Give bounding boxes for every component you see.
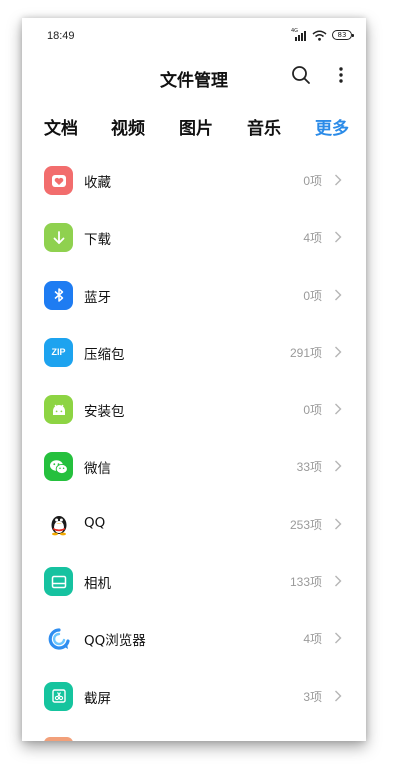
list-item-apks[interactable]: 安装包 0项 [22,381,366,438]
tab-documents[interactable]: 文档 [44,114,78,139]
list-item-screenshots[interactable]: 截屏 3项 [22,668,366,725]
list-item-count: 0项 [303,403,322,418]
battery-icon: 83 [332,30,354,40]
search-icon[interactable] [290,64,312,86]
tab-videos[interactable]: 视频 [111,114,145,139]
screenshot-icon [44,681,73,711]
list-item-label: QQ浏览器 [84,633,146,650]
bluetooth-icon [44,280,73,310]
list-item-qq[interactable]: QQ 253项 [22,496,366,553]
list-item-bluetooth[interactable]: 蓝牙 0项 [22,267,366,324]
wechat-icon [44,452,73,482]
list-item-count: 133项 [289,575,322,590]
network-type-label: 4G [291,28,299,34]
category-list: 收藏 0项 下载 4项 蓝牙 0项 ZIP 压缩包 291项 安装包 0项 微信… [22,152,366,725]
chevron-right-icon [335,174,342,186]
android-icon [44,395,73,425]
chevron-right-icon [335,403,342,415]
list-item-label: 截屏 [84,690,111,707]
list-item-label: 下载 [84,232,111,249]
list-item-qq-browser[interactable]: QQ浏览器 4项 [22,610,366,667]
list-item-label: QQ [84,514,106,531]
status-icons: 4G 83 [291,28,354,42]
camera-icon [44,567,73,597]
list-item-label: 蓝牙 [84,289,111,306]
chevron-right-icon [335,289,342,301]
list-item-downloads[interactable]: 下载 4项 [22,209,366,266]
chevron-right-icon [335,632,342,644]
wifi-icon [312,30,327,41]
category-tabs: 文档 视频 图片 音乐 更多 [22,112,366,142]
list-item-count: 4项 [303,632,322,647]
download-icon [44,223,73,253]
list-item-count: 33项 [296,460,322,475]
list-item-label: 收藏 [84,175,111,191]
list-item-label: 安装包 [84,404,125,421]
page-title: 文件管理 [160,71,228,91]
list-item-camera[interactable]: 相机 133项 [22,553,366,610]
list-item-favorites[interactable]: 收藏 0项 [22,152,366,209]
list-item-count: 0项 [303,288,322,303]
chevron-right-icon [335,518,342,530]
list-item-count: 4项 [303,231,322,246]
battery-level: 83 [337,31,347,39]
status-bar: 18:49 4G 83 [22,18,366,54]
zip-icon: ZIP [44,337,73,367]
list-item-count: 0项 [303,174,322,188]
app-bar: 文件管理 [22,58,366,94]
qq-penguin-icon [44,509,73,539]
chevron-right-icon [335,690,342,702]
cellular-signal-icon: 4G [291,28,307,41]
list-item-label: 相机 [84,576,111,593]
zip-icon-text: ZIP [51,347,66,358]
next-item-icon-partial [44,737,73,741]
list-item-label: 微信 [84,461,111,478]
list-item-count: 3项 [303,689,322,704]
chevron-right-icon [335,575,342,587]
status-time: 18:49 [47,30,75,42]
list-item-archives[interactable]: ZIP 压缩包 291项 [22,324,366,381]
list-item-count: 291项 [289,345,322,360]
tab-music[interactable]: 音乐 [247,114,281,139]
tab-more[interactable]: 更多 [315,114,349,139]
chevron-right-icon [335,346,342,358]
list-item-count: 253项 [289,517,322,532]
list-item-wechat[interactable]: 微信 33项 [22,438,366,495]
tab-images[interactable]: 图片 [179,114,213,139]
list-item-label: 压缩包 [84,346,125,363]
qq-browser-icon [44,624,73,654]
favorite-icon [44,166,73,195]
chevron-right-icon [335,460,342,472]
more-vertical-icon[interactable] [332,64,350,86]
chevron-right-icon [335,231,342,243]
phone-screen: 18:49 4G 83 文件管理 文档 视频 图片 音乐 更多 收藏 0项 下载… [22,18,366,741]
